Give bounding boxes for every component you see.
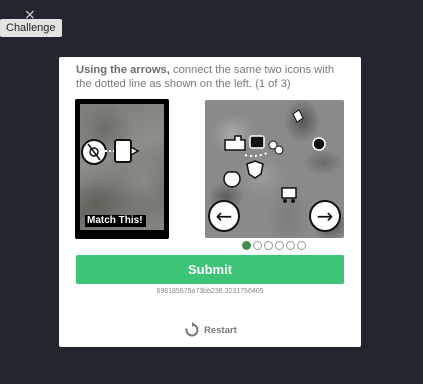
pin-icon (292, 109, 304, 123)
submit-button[interactable]: Submit (76, 255, 344, 284)
left-arrow-icon[interactable]: ← (208, 200, 240, 232)
challenge-card: Using the arrows, connect the same two i… (59, 57, 361, 347)
puzzle-icon (224, 135, 246, 151)
instructions-bold: Using the arrows, (76, 64, 170, 76)
right-arrow-icon[interactable]: → (309, 200, 341, 232)
shield-icon (246, 160, 264, 179)
disc-icon (81, 139, 107, 165)
restart-icon (185, 322, 199, 337)
pie-icon (223, 171, 241, 188)
pagination-dot (286, 241, 295, 250)
pagination-dot (275, 241, 284, 250)
wagon-icon (281, 187, 297, 203)
challenge-tooltip: Challenge (0, 19, 62, 37)
lock-icon (249, 135, 265, 149)
pagination-dot (242, 241, 251, 250)
puzzle-canvas[interactable]: ← → (205, 100, 344, 238)
pagination-dot (297, 241, 306, 250)
dotted-connector (244, 151, 270, 157)
example-panel: Match This! (75, 99, 169, 239)
instructions: Using the arrows, connect the same two i… (76, 63, 348, 91)
restart-label: Restart (204, 324, 237, 336)
pagination-dots (242, 241, 306, 250)
pointer-tag-icon (114, 139, 140, 163)
example-icons (81, 139, 140, 165)
pagination-dot (264, 241, 273, 250)
pagination-dot (253, 241, 262, 250)
bug-icon (312, 137, 326, 151)
chain-icon (268, 140, 284, 155)
restart-button[interactable]: Restart (184, 320, 237, 340)
match-this-label: Match This! (85, 215, 146, 227)
session-id: 696185675a73bb236.3231756405 (156, 288, 264, 295)
example-image: Match This! (80, 104, 164, 230)
